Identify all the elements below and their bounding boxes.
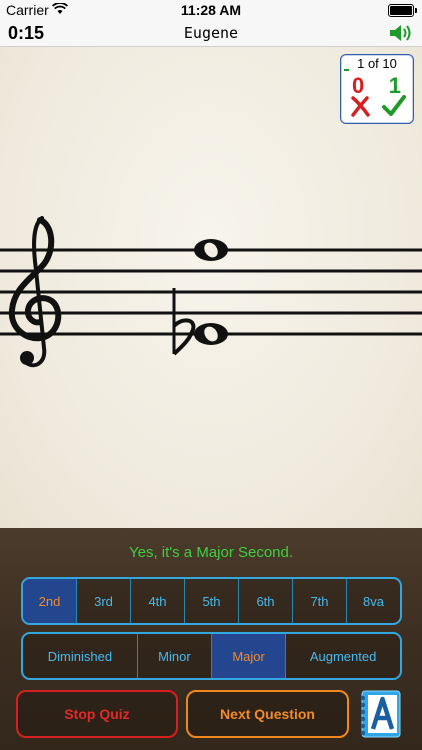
interval-option-2nd[interactable]: 2nd <box>23 579 77 623</box>
interval-option-4th[interactable]: 4th <box>131 579 185 623</box>
notebook-icon[interactable] <box>358 690 402 738</box>
whole-note-lower <box>194 323 228 345</box>
interval-option-5th[interactable]: 5th <box>185 579 239 623</box>
flat-sign-icon <box>172 288 196 356</box>
interval-option-8va[interactable]: 8va <box>347 579 400 623</box>
interval-option-7th[interactable]: 7th <box>293 579 347 623</box>
check-icon <box>382 95 406 116</box>
answer-panel: Yes, it's a Major Second. 2nd 3rd 4th 5t… <box>0 528 422 750</box>
player-name: Eugene <box>183 24 239 42</box>
title-bar: 0:15 Eugene <box>0 20 422 47</box>
cross-icon <box>351 96 370 117</box>
staff-lines <box>0 248 422 336</box>
quality-option-major[interactable]: Major <box>212 634 287 678</box>
interval-option-6th[interactable]: 6th <box>239 579 293 623</box>
interval-selector: 2nd 3rd 4th 5th 6th 7th 8va <box>21 577 402 625</box>
quality-option-augmented[interactable]: Augmented <box>286 634 400 678</box>
status-bar: Carrier 11:28 AM <box>0 0 422 20</box>
quality-option-diminished[interactable]: Diminished <box>23 634 138 678</box>
music-staff <box>0 216 422 368</box>
question-progress: 1 of 10 <box>357 56 397 71</box>
score-box: 1 of 10 0 1 <box>340 54 414 124</box>
feedback-message: Yes, it's a Major Second. <box>128 544 294 561</box>
quality-option-minor[interactable]: Minor <box>138 634 212 678</box>
speaker-volume-icon[interactable] <box>388 22 414 44</box>
battery-icon <box>388 4 417 17</box>
status-clock: 11:28 AM <box>180 2 242 18</box>
interval-option-3rd[interactable]: 3rd <box>77 579 131 623</box>
next-question-button[interactable]: Next Question <box>186 690 349 738</box>
stop-quiz-button[interactable]: Stop Quiz <box>16 690 178 738</box>
quality-selector: Diminished Minor Major Augmented <box>21 632 402 680</box>
whole-note-upper <box>194 239 228 261</box>
